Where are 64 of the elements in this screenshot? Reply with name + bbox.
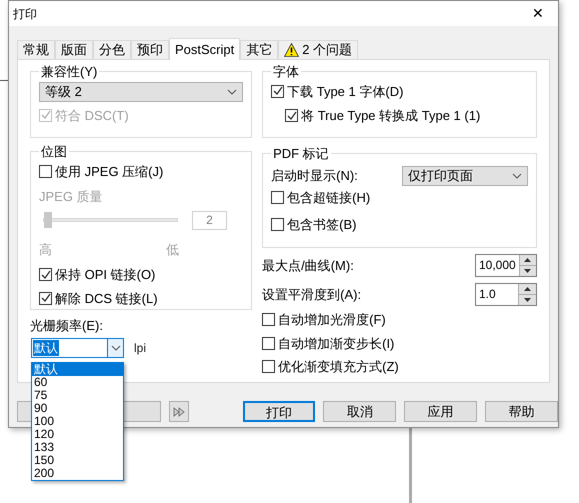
close-button[interactable]: ✕ xyxy=(518,1,558,26)
group-title: 位图 xyxy=(40,143,68,161)
number-spinner[interactable]: 10,000 xyxy=(475,254,537,277)
list-option[interactable]: 120 xyxy=(32,428,123,441)
check-icon xyxy=(272,86,283,96)
spin-down-icon[interactable] xyxy=(519,295,536,305)
tab[interactable]: 版面 xyxy=(55,40,93,59)
list-option[interactable]: 75 xyxy=(32,389,123,402)
dialog-button[interactable]: 帮助 xyxy=(485,401,558,422)
tab[interactable]: PostScript xyxy=(169,38,240,60)
window-title: 打印 xyxy=(13,6,37,22)
group-title: 兼容性(Y) xyxy=(40,63,98,81)
dialog-button[interactable]: 打印 xyxy=(242,401,316,422)
checkbox[interactable]: 优化渐变填充方式(Z) xyxy=(262,357,537,376)
chevron-down-icon xyxy=(512,172,522,178)
scale-label: 低 xyxy=(166,240,179,258)
field-label: 光栅频率(E): xyxy=(30,317,104,335)
scale-label: 高 xyxy=(39,240,52,258)
spin-up-icon[interactable] xyxy=(519,284,536,295)
checkbox[interactable]: 解除 DCS 链接(L) xyxy=(39,288,244,308)
check-icon xyxy=(40,270,50,280)
field-label: JPEG 质量 xyxy=(39,188,104,206)
dropdown-button[interactable] xyxy=(107,338,123,356)
dropdown[interactable]: 等级 2 xyxy=(39,82,244,102)
checkbox[interactable]: 使用 JPEG 压缩(J) xyxy=(39,162,244,181)
chevron-down-icon xyxy=(110,344,120,350)
dialog-button[interactable]: 应用 xyxy=(404,401,478,422)
list-option[interactable]: 90 xyxy=(32,402,123,415)
checkbox[interactable]: 自动增加光滑度(F) xyxy=(262,310,537,330)
fast-forward-icon xyxy=(172,406,185,416)
list-option[interactable]: 133 xyxy=(32,441,123,454)
chevron-down-icon xyxy=(227,88,238,94)
tab[interactable]: 其它 xyxy=(240,40,278,59)
spin-down-icon[interactable] xyxy=(520,266,536,276)
checkbox[interactable]: 包含书签(B) xyxy=(271,215,528,234)
dropdown[interactable]: 仅打印页面 xyxy=(402,166,528,186)
list-option[interactable]: 150 xyxy=(32,454,123,467)
list-option[interactable]: 默认 xyxy=(32,363,123,376)
list-option[interactable]: 100 xyxy=(32,415,123,428)
checkbox[interactable]: 将 True Type 转换成 Type 1 (1) xyxy=(285,106,528,126)
checkbox[interactable]: 下载 Type 1 字体(D) xyxy=(271,82,528,101)
checkbox[interactable]: 保持 OPI 链接(O) xyxy=(39,265,244,284)
combo-box[interactable]: 默认 xyxy=(31,338,124,358)
field-label: 启动时显示(N): xyxy=(271,166,358,185)
tab[interactable]: 分色 xyxy=(93,40,131,59)
checkbox[interactable]: 自动增加渐变步长(I) xyxy=(262,334,537,353)
group-title: PDF 标记 xyxy=(272,145,330,163)
tab[interactable]: 预印 xyxy=(131,40,169,59)
unit-label: lpi xyxy=(134,340,146,356)
double-arrow-button[interactable] xyxy=(168,401,189,422)
tab[interactable]: 2 个问题 xyxy=(278,40,358,59)
list-option[interactable]: 200 xyxy=(32,467,123,480)
check-icon xyxy=(286,110,297,121)
tab[interactable]: 常规 xyxy=(17,40,55,59)
spin-up-icon[interactable] xyxy=(520,255,536,266)
group-title: 字体 xyxy=(272,63,300,81)
check-icon xyxy=(40,293,50,304)
list-option[interactable]: 60 xyxy=(32,376,123,389)
dialog-button[interactable]: 取消 xyxy=(323,401,396,422)
field-label: 最大点/曲线(M): xyxy=(262,256,354,275)
number-spinner[interactable]: 1.0 xyxy=(475,283,537,306)
check-icon xyxy=(40,110,50,120)
checkbox[interactable]: 包含超链接(H) xyxy=(271,188,528,207)
field-label: 设置平滑度到(A): xyxy=(262,286,362,304)
